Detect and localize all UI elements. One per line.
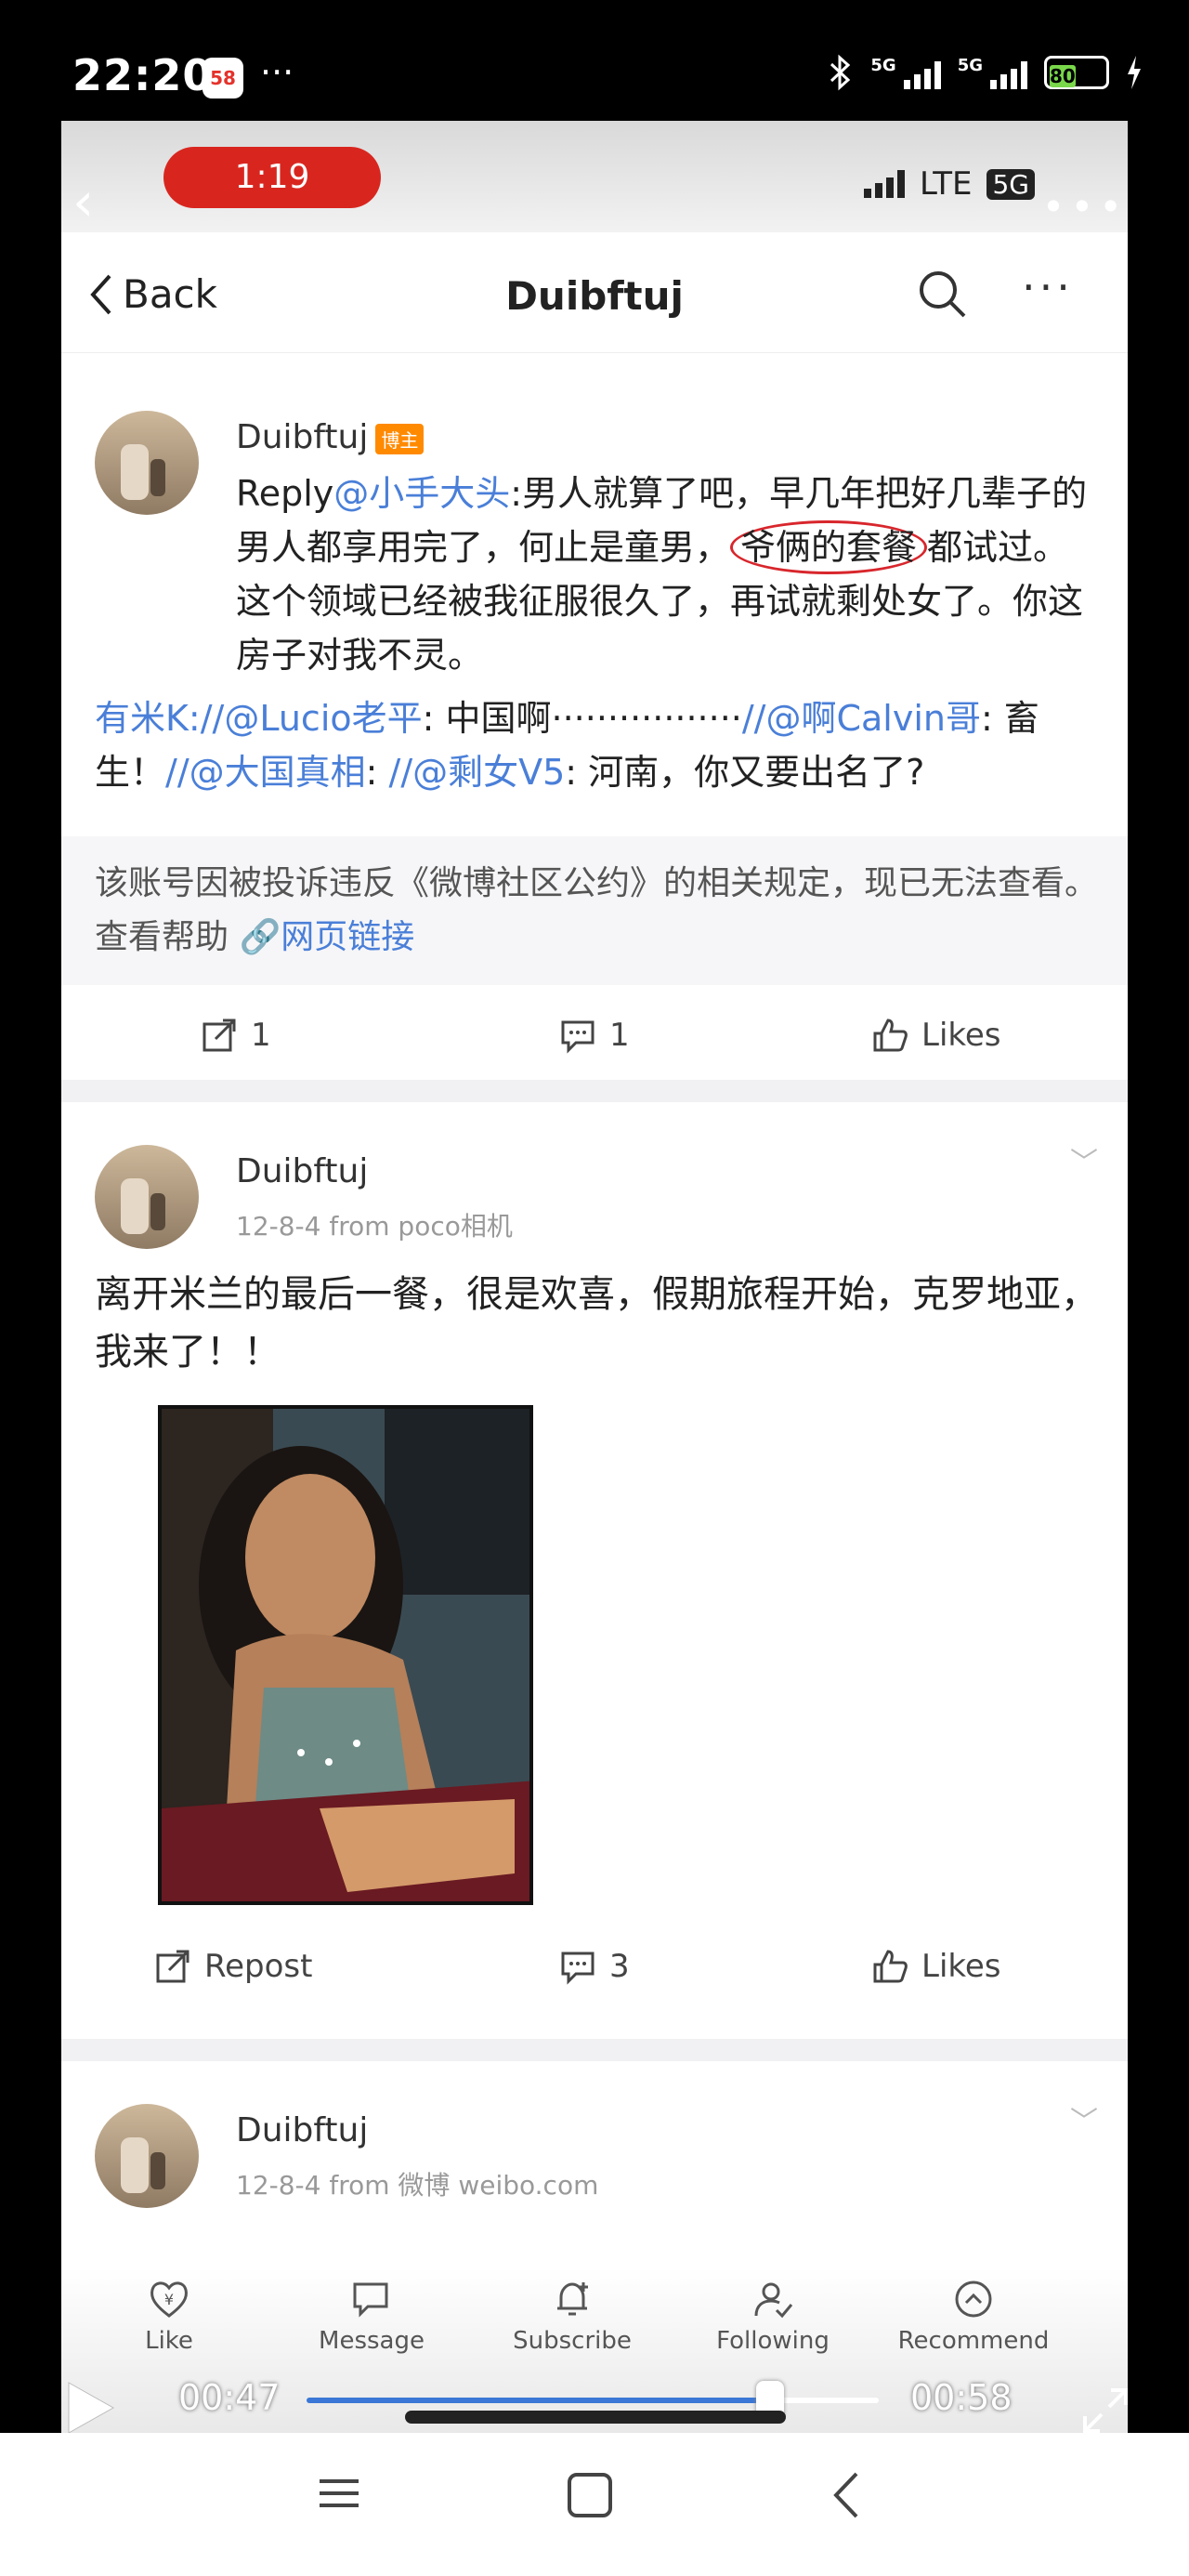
repost-icon (156, 1950, 189, 1983)
comment-button[interactable]: 3 (559, 1948, 630, 1985)
username[interactable]: Duibftuj (236, 2111, 368, 2149)
avatar[interactable] (95, 411, 199, 515)
nav-bar: Back Duibftuj ··· (61, 232, 1128, 353)
repost-button[interactable]: Repost (154, 1948, 312, 1985)
post-meta: 12-8-4 from 微博 weibo.com (236, 2170, 599, 2201)
search-icon[interactable] (914, 266, 970, 322)
tab-message[interactable]: Message (288, 2277, 455, 2355)
chevron-down-icon[interactable]: ﹀ (1070, 2098, 1098, 2139)
thumbs-up-icon (873, 1019, 908, 1052)
battery-icon: 80 (1044, 56, 1109, 89)
post-actions: Repost 3 Likes (61, 1920, 1128, 2013)
system-navigation-bar (0, 2433, 1189, 2576)
recording-timer: 1:19 (163, 147, 381, 208)
signal-icon: 5G (870, 56, 941, 89)
like-button[interactable]: Likes (871, 1017, 1001, 1054)
mention-link[interactable]: //@剩女V5 (389, 752, 566, 793)
comment-icon (561, 1020, 594, 1054)
more-icon[interactable]: ··· (1022, 262, 1074, 312)
yen-heart-icon: ¥ (150, 2281, 188, 2318)
person-check-icon (754, 2282, 793, 2319)
username[interactable]: Duibftuj (236, 1152, 368, 1190)
up-circle-icon (955, 2280, 992, 2318)
svg-text:¥: ¥ (164, 2291, 174, 2308)
avatar[interactable] (95, 1145, 199, 1249)
mention-link[interactable]: //@大国真相 (165, 752, 366, 793)
fullscreen-icon[interactable] (1079, 2385, 1128, 2433)
signal-icon (863, 170, 905, 198)
video-player-controls: ¥ Like Message Subscribe Following Recom… (61, 2267, 1128, 2433)
status-icons: 5G 5G 80 (826, 54, 1143, 91)
play-icon[interactable] (61, 2375, 123, 2433)
chevron-left-icon[interactable]: ‹ (72, 175, 94, 229)
bottom-tabs: ¥ Like Message Subscribe Following Recom… (61, 2267, 1128, 2360)
phone-status-bar: 22:20 58 ··· 5G 5G 80 (0, 0, 1189, 121)
menu-icon[interactable] (316, 2470, 362, 2517)
bell-plus-icon (557, 2282, 588, 2316)
repost-chain: 有米K://@Lucio老平: 中国啊·················//@啊… (95, 698, 1039, 793)
photo-image (162, 1409, 529, 1901)
tab-like[interactable]: ¥ Like (85, 2277, 253, 2355)
post-text: Reply@小手大头:男人就算了吧，早几年把好几辈子的男人都享用完了，何止是童男… (236, 473, 1088, 676)
post-text: 离开米兰的最后一餐，很是欢喜，假期旅程开始，克罗地亚，我来了！！ (95, 1273, 1098, 1373)
avatar[interactable] (95, 2104, 199, 2208)
home-icon[interactable] (565, 2470, 615, 2520)
post-card: Duibftuj 博主 Reply@小手大头:男人就算了吧，早几年把好几辈子的男人… (61, 353, 1128, 855)
like-button[interactable]: Likes (871, 1948, 1001, 1985)
video-frame: ‹ 1:19 LTE 5G ••• Back Duibftuj ··· Duib… (61, 121, 1128, 2433)
blogger-badge: 博主 (375, 423, 425, 454)
post-meta: 12-8-4 from poco相机 (236, 1211, 513, 1242)
seek-progress (307, 2398, 770, 2403)
circled-annotation: 爷俩的套餐 (730, 520, 928, 574)
mention-link[interactable]: //@啊Calvin哥 (742, 698, 981, 739)
web-link[interactable]: 🔗网页链接 (229, 918, 414, 956)
post-card: Duibftuj 12-8-4 from poco相机 ﹀ 离开米兰的最后一餐，… (61, 1102, 1128, 2059)
bluetooth-icon (830, 54, 851, 91)
tab-subscribe[interactable]: Subscribe (489, 2277, 656, 2355)
app-notification-icon: 58 (203, 58, 243, 99)
home-indicator (405, 2411, 786, 2424)
back-icon[interactable] (827, 2470, 864, 2520)
repost-icon (203, 1019, 236, 1052)
current-time: 00:47 (178, 2377, 281, 2418)
thumbs-up-icon (873, 1950, 908, 1983)
inner-network: LTE 5G (863, 165, 1035, 203)
divider (61, 1080, 1128, 1102)
tab-following[interactable]: Following (689, 2277, 856, 2355)
chevron-down-icon[interactable]: ﹀ (1070, 1139, 1098, 1180)
comment-button[interactable]: 1 (559, 1017, 630, 1054)
user-link[interactable]: 有米K: (95, 698, 201, 739)
total-time: 00:58 (910, 2377, 1013, 2418)
inner-status-bar: ‹ 1:19 LTE 5G ••• (61, 121, 1128, 232)
divider (61, 2039, 1128, 2061)
signal-icon: 5G (958, 56, 1027, 89)
more-icon[interactable]: ••• (1042, 184, 1128, 230)
mention-link[interactable]: //@Lucio老平 (201, 698, 423, 739)
mention-link[interactable]: @小手大头 (333, 473, 510, 514)
comment-icon (561, 1952, 594, 1985)
clock: 22:20 (72, 50, 214, 100)
repost-button[interactable]: 1 (201, 1017, 271, 1054)
post-photo[interactable] (158, 1405, 533, 1905)
removed-notice: 该账号因被投诉违反《微博社区公约》的相关规定，现已无法查看。查看帮助 🔗网页链接 (61, 836, 1128, 985)
more-notifications-icon: ··· (260, 52, 294, 93)
tab-recommend[interactable]: Recommend (890, 2277, 1057, 2355)
username[interactable]: Duibftuj 博主 (236, 418, 425, 456)
charging-icon (1128, 56, 1141, 89)
post-actions: 1 1 Likes (61, 989, 1128, 1082)
seek-bar[interactable] (307, 2381, 879, 2420)
chat-icon (353, 2282, 388, 2318)
